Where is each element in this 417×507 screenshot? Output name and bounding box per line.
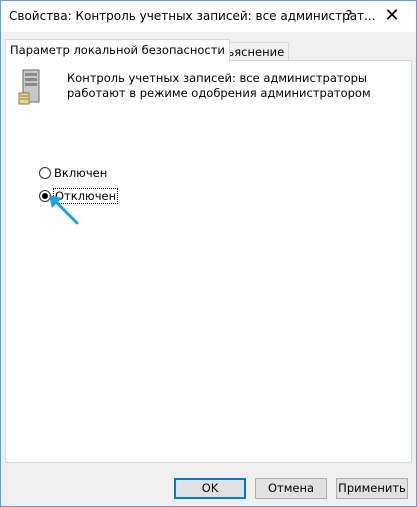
help-button[interactable]: ? [334, 1, 364, 32]
tab-local-security-setting[interactable]: Параметр локальной безопасности [5, 39, 230, 62]
title-bar: Свойства: Контроль учетных записей: все … [1, 1, 416, 32]
policy-description: Контроль учетных записей: все администра… [67, 71, 371, 100]
apply-button[interactable]: Применить [336, 478, 408, 499]
window-title: Свойства: Контроль учетных записей: все … [9, 9, 376, 23]
radio-enabled-label: Включен [54, 166, 108, 180]
option-enabled[interactable]: Включен [39, 164, 107, 182]
tab-panel [5, 60, 412, 463]
close-button[interactable]: ✕ [373, 1, 411, 32]
server-icon [18, 69, 40, 105]
pointer-arrow-icon [49, 195, 79, 225]
properties-dialog: Свойства: Контроль учетных записей: все … [0, 0, 417, 507]
radio-enabled[interactable] [39, 167, 51, 179]
cancel-button[interactable]: Отмена [255, 478, 327, 499]
ok-button[interactable]: OK [174, 478, 246, 499]
